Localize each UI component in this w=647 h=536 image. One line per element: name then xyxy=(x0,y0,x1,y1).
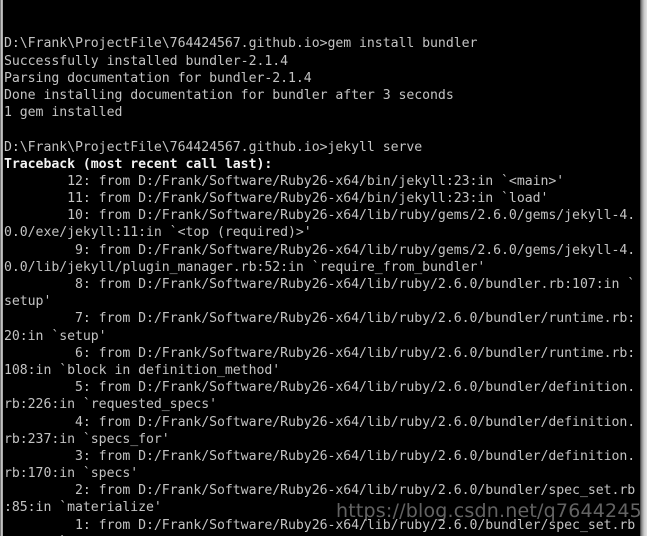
console-line: 12: from D:/Frank/Software/Ruby26-x64/bi… xyxy=(4,173,565,189)
terminal-window[interactable]: D:\Frank\ProjectFile\764424567.github.io… xyxy=(0,0,647,536)
window-left-border xyxy=(0,0,3,536)
console-line: 1: from D:/Frank/Software/Ruby26-x64/lib… xyxy=(4,517,636,533)
console-line: 3: from D:/Frank/Software/Ruby26-x64/lib… xyxy=(4,448,636,464)
console-line: 108:in `block in definition_method' xyxy=(4,362,281,378)
console-line: 0.0/exe/jekyll:11:in `<top (required)>' xyxy=(4,225,312,241)
console-line: 0.0/lib/jekyll/plugin_manager.rb:52:in `… xyxy=(4,259,486,275)
console-line: 4: from D:/Frank/Software/Ruby26-x64/lib… xyxy=(4,414,636,430)
console-line: rb:237:in `specs_for' xyxy=(4,431,170,447)
console-line: 20:in `setup' xyxy=(4,328,107,344)
console-output-text[interactable]: D:\Frank\ProjectFile\764424567.github.io… xyxy=(4,1,640,536)
console-line: Done installing documentation for bundle… xyxy=(4,87,454,103)
window-right-border xyxy=(640,0,647,536)
console-line: 1 gem installed xyxy=(4,105,123,121)
console-line: :85:in `materialize' xyxy=(4,500,162,516)
console-line: 2: from D:/Frank/Software/Ruby26-x64/lib… xyxy=(4,483,636,499)
console-line: 7: from D:/Frank/Software/Ruby26-x64/lib… xyxy=(4,311,636,327)
console-line: 8: from D:/Frank/Software/Ruby26-x64/lib… xyxy=(4,277,636,293)
console-line: D:\Frank\ProjectFile\764424567.github.io… xyxy=(4,36,478,52)
console-line: Traceback (most recent call last): xyxy=(4,156,273,172)
console-line: rb:170:in `specs' xyxy=(4,466,139,482)
console-line: 6: from D:/Frank/Software/Ruby26-x64/lib… xyxy=(4,345,636,361)
console-line: 10: from D:/Frank/Software/Ruby26-x64/li… xyxy=(4,208,636,224)
console-line: D:\Frank\ProjectFile\764424567.github.io… xyxy=(4,139,423,155)
console-line: 9: from D:/Frank/Software/Ruby26-x64/lib… xyxy=(4,242,636,258)
console-line: 11: from D:/Frank/Software/Ruby26-x64/bi… xyxy=(4,191,549,207)
console-line: Parsing documentation for bundler-2.1.4 xyxy=(4,70,312,86)
console-line: setup' xyxy=(4,294,52,310)
console-line: 5: from D:/Frank/Software/Ruby26-x64/lib… xyxy=(4,380,636,396)
console-line: rb:226:in `requested_specs' xyxy=(4,397,218,413)
console-line: Successfully installed bundler-2.1.4 xyxy=(4,53,289,69)
console-scrollback: D:\Frank\ProjectFile\764424567.github.io… xyxy=(4,35,640,536)
